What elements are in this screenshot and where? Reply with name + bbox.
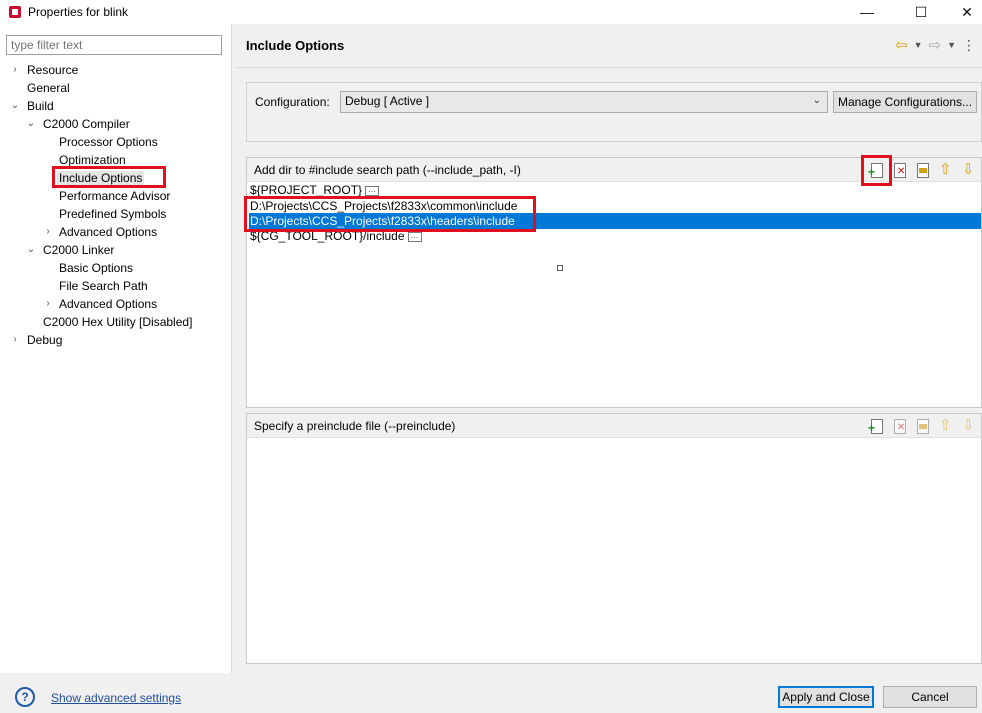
history-nav: ⇦ ▼ ⇨ ▼ ⋮ bbox=[895, 36, 976, 55]
page-header: Include Options ⇦ ▼ ⇨ ▼ ⋮ bbox=[236, 24, 982, 68]
tree-item-hex-utility[interactable]: C2000 Hex Utility [Disabled] bbox=[43, 313, 192, 331]
add-file-icon[interactable] bbox=[868, 418, 885, 435]
move-up-icon[interactable] bbox=[937, 418, 954, 435]
tree-item-basic-options[interactable]: Basic Options bbox=[59, 259, 133, 277]
path-text: ${PROJECT_ROOT} bbox=[250, 183, 363, 197]
configuration-select[interactable]: Debug [ Active ] ⌄ bbox=[340, 91, 828, 113]
menu-dots-icon[interactable]: ⋮ bbox=[962, 37, 976, 54]
dropdown-icon[interactable]: ▼ bbox=[914, 40, 923, 50]
ellipsis-icon[interactable]: … bbox=[365, 185, 380, 196]
include-path-pane: Add dir to #include search path (--inclu… bbox=[246, 157, 982, 408]
forward-arrow-icon[interactable]: ⇨ bbox=[929, 36, 942, 54]
chevron-right-icon[interactable]: › bbox=[10, 331, 20, 349]
tree-item-c2000-linker[interactable]: C2000 Linker bbox=[43, 241, 114, 259]
resize-handle[interactable] bbox=[557, 265, 563, 271]
chevron-right-icon[interactable]: › bbox=[10, 61, 20, 79]
tree-item-debug[interactable]: Debug bbox=[27, 331, 62, 349]
cancel-button[interactable]: Cancel bbox=[883, 686, 977, 708]
dialog-footer: ? Show advanced settings Apply and Close… bbox=[0, 673, 982, 713]
close-button[interactable]: ✕ bbox=[944, 0, 982, 24]
tree-item-general[interactable]: General bbox=[27, 79, 70, 97]
highlight-box bbox=[861, 155, 892, 186]
apply-and-close-button[interactable]: Apply and Close bbox=[778, 686, 874, 708]
ellipsis-icon[interactable]: … bbox=[407, 231, 422, 242]
move-down-icon[interactable] bbox=[960, 418, 977, 435]
tree-item-performance-advisor[interactable]: Performance Advisor bbox=[59, 187, 170, 205]
maximize-button[interactable]: ☐ bbox=[898, 0, 944, 24]
manage-configurations-button[interactable]: Manage Configurations... bbox=[833, 91, 977, 113]
configuration-value: Debug [ Active ] bbox=[345, 94, 430, 108]
show-advanced-settings-link[interactable]: Show advanced settings bbox=[51, 691, 181, 705]
tree-item-advanced-options[interactable]: Advanced Options bbox=[59, 223, 157, 241]
include-path-title: Add dir to #include search path (--inclu… bbox=[254, 163, 521, 177]
delete-path-icon[interactable] bbox=[891, 162, 908, 179]
preinclude-pane: Specify a preinclude file (--preinclude) bbox=[246, 413, 982, 664]
preinclude-toolbar bbox=[868, 418, 977, 435]
chevron-right-icon[interactable]: › bbox=[43, 295, 53, 313]
chevron-down-icon[interactable]: ⌄ bbox=[10, 97, 20, 115]
dropdown-icon[interactable]: ▼ bbox=[947, 40, 956, 50]
back-arrow-icon[interactable]: ⇦ bbox=[895, 36, 908, 54]
move-down-icon[interactable] bbox=[960, 162, 977, 179]
edit-file-icon[interactable] bbox=[914, 418, 931, 435]
highlight-box bbox=[244, 196, 536, 232]
highlight-box bbox=[52, 166, 166, 188]
chevron-down-icon[interactable]: ⌄ bbox=[26, 241, 36, 259]
filter-input[interactable] bbox=[6, 35, 222, 55]
chevron-down-icon[interactable]: ⌄ bbox=[26, 115, 36, 133]
tree-item-linker-advanced-options[interactable]: Advanced Options bbox=[59, 295, 157, 313]
tree-item-file-search-path[interactable]: File Search Path bbox=[59, 277, 148, 295]
delete-file-icon[interactable] bbox=[891, 418, 908, 435]
chevron-down-icon: ⌄ bbox=[812, 95, 821, 106]
configuration-label: Configuration: bbox=[255, 95, 330, 109]
page-title: Include Options bbox=[246, 38, 345, 53]
tree-item-predefined-symbols[interactable]: Predefined Symbols bbox=[59, 205, 166, 223]
tree-item-resource[interactable]: Resource bbox=[27, 61, 78, 79]
window-title: Properties for blink bbox=[28, 5, 129, 19]
tree-item-processor-options[interactable]: Processor Options bbox=[59, 133, 158, 151]
help-icon[interactable]: ? bbox=[15, 687, 35, 707]
app-icon bbox=[8, 5, 22, 19]
tree-item-c2000-compiler[interactable]: C2000 Compiler bbox=[43, 115, 130, 133]
preinclude-title: Specify a preinclude file (--preinclude) bbox=[254, 419, 456, 433]
edit-path-icon[interactable] bbox=[914, 162, 931, 179]
title-bar: Properties for blink — ☐ ✕ bbox=[0, 0, 982, 24]
chevron-right-icon[interactable]: › bbox=[43, 223, 53, 241]
navigation-panel: › Resource General ⌄ Build ⌄ C2000 Compi… bbox=[0, 24, 232, 673]
preinclude-header: Specify a preinclude file (--preinclude) bbox=[247, 414, 981, 438]
move-up-icon[interactable] bbox=[937, 162, 954, 179]
configuration-group: Configuration: Debug [ Active ] ⌄ Manage… bbox=[246, 82, 982, 142]
tree-item-build[interactable]: Build bbox=[27, 97, 54, 115]
minimize-button[interactable]: — bbox=[844, 0, 890, 24]
